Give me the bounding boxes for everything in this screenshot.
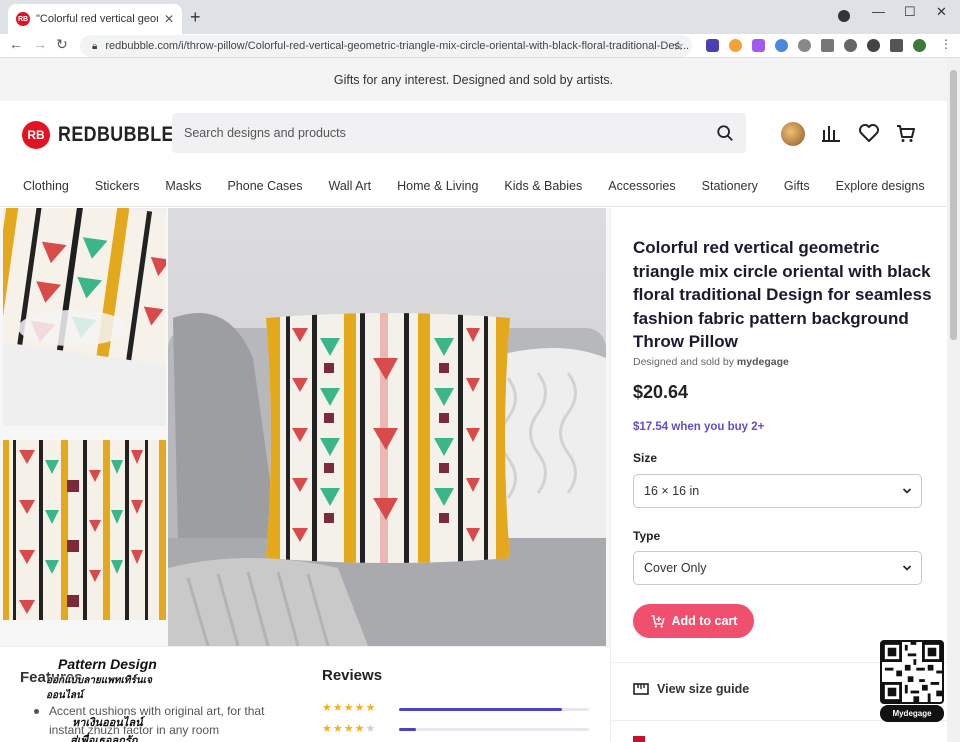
main-product-image[interactable]	[168, 208, 606, 646]
nav-clothing[interactable]: Clothing	[23, 179, 69, 193]
extension-icon[interactable]	[752, 39, 765, 52]
size-guide-link[interactable]: View size guide	[633, 682, 749, 696]
user-avatar[interactable]	[781, 122, 805, 146]
size-label: Size	[633, 451, 658, 465]
seller-link[interactable]: mydegage	[737, 356, 789, 368]
browser-toolbar: ← → ↻ 🔒︎ redbubble.com/i/throw-pillow/Co…	[0, 34, 960, 58]
banner-text: Gifts for any interest. Designed and sol…	[333, 72, 614, 87]
dashboard-icon[interactable]	[820, 122, 842, 144]
extension-icon[interactable]	[706, 39, 719, 52]
nav-explore-designs[interactable]: Explore designs	[836, 179, 925, 193]
extension-icon[interactable]	[775, 39, 788, 52]
type-label: Type	[633, 529, 661, 543]
nav-home-living[interactable]: Home & Living	[397, 179, 478, 193]
nav-kids-babies[interactable]: Kids & Babies	[504, 179, 582, 193]
extensions-puzzle-icon[interactable]	[890, 39, 903, 52]
browser-tab[interactable]: RB "Colorful red vertical geometric tr ✕	[8, 4, 182, 34]
rating-stars-5: ★★★★★	[322, 702, 377, 714]
product-title: Colorful red vertical geometric triangle…	[633, 238, 932, 351]
rating-bar-fill	[399, 728, 417, 731]
cart-icon[interactable]	[895, 122, 917, 144]
bulk-price: $17.54 when you buy 2+	[633, 421, 765, 433]
chevron-down-icon	[902, 565, 912, 571]
promo-banner: Gifts for any interest. Designed and sol…	[0, 58, 947, 101]
page-scrollbar[interactable]	[947, 58, 960, 742]
product-price: $20.64	[633, 382, 689, 402]
nav-phone-cases[interactable]: Phone Cases	[227, 179, 302, 193]
scrollbar-thumb[interactable]	[950, 70, 957, 340]
extension-icon[interactable]	[867, 39, 880, 52]
new-tab-icon[interactable]: +	[190, 8, 201, 26]
lock-icon: 🔒︎	[92, 40, 98, 52]
nav-masks[interactable]: Masks	[165, 179, 201, 193]
extension-icon[interactable]	[798, 39, 811, 52]
qr-label: Mydegage	[880, 705, 944, 722]
nav-stickers[interactable]: Stickers	[95, 179, 139, 193]
reviews-title: Reviews	[322, 667, 383, 684]
extension-icon[interactable]	[844, 39, 857, 52]
redbubble-favicon-icon: RB	[16, 12, 30, 26]
size-value: 16 × 16 in	[644, 484, 700, 498]
address-bar[interactable]: 🔒︎ redbubble.com/i/throw-pillow/Colorful…	[80, 35, 692, 57]
logo-mark-icon: RB	[22, 121, 50, 149]
close-tab-icon[interactable]: ✕	[164, 12, 174, 26]
rating-bar-4	[399, 728, 589, 731]
type-value: Cover Only	[644, 561, 707, 575]
profile-avatar-icon[interactable]	[913, 39, 926, 52]
chevron-down-icon	[902, 488, 912, 494]
bookmark-star-icon[interactable]: ☆	[672, 38, 684, 54]
seller-prefix: Designed and sold by	[633, 356, 734, 368]
watermark-line: สู่เพื่อเธอลูกรัก	[70, 735, 138, 742]
logo-text: REDBUBBLE	[58, 123, 174, 146]
tab-title: "Colorful red vertical geometric tr	[36, 13, 158, 25]
nav-wall-art[interactable]: Wall Art	[329, 179, 372, 193]
nav-accessories[interactable]: Accessories	[608, 179, 675, 193]
heart-icon[interactable]	[858, 122, 880, 144]
thumbnail-pillow-closeup[interactable]	[3, 208, 166, 426]
ruler-icon	[633, 683, 649, 695]
extension-icon[interactable]	[729, 39, 742, 52]
reload-icon[interactable]: ↻	[56, 36, 68, 53]
profile-menu-icon[interactable]	[838, 10, 850, 22]
url-text: redbubble.com/i/throw-pillow/Colorful-re…	[105, 40, 690, 52]
back-icon[interactable]: ←	[9, 36, 23, 52]
product-gallery	[0, 208, 610, 646]
browser-menu-icon[interactable]: ⋮	[940, 37, 952, 51]
rating-stars-4: ★★★★★	[322, 723, 377, 735]
maximize-icon[interactable]: ☐	[904, 4, 916, 20]
close-window-icon[interactable]: ✕	[936, 4, 947, 20]
site-header: RB REDBUBBLE Search designs and products	[0, 101, 947, 165]
add-to-cart-button[interactable]: Add to cart	[633, 604, 754, 638]
qr-code-icon	[880, 640, 944, 704]
browser-tab-bar: RB "Colorful red vertical geometric tr ✕…	[0, 0, 960, 34]
size-guide-label: View size guide	[657, 682, 750, 696]
forward-icon[interactable]: →	[33, 36, 47, 52]
watermark-line: ออกแบบลายแพทเทิร์นเจออนไลน์	[46, 675, 152, 701]
cart-plus-icon	[650, 615, 665, 628]
bullet-icon	[34, 709, 39, 714]
web-page: Gifts for any interest. Designed and sol…	[0, 58, 947, 742]
nav-gifts[interactable]: Gifts	[784, 179, 810, 193]
seller-line: Designed and sold by mydegage	[633, 356, 789, 368]
redbubble-logo[interactable]: RB REDBUBBLE	[22, 121, 194, 149]
watermark-text: Pattern Design ออกแบบลายแพทเทิร์นเจออนไล…	[46, 656, 186, 742]
size-select[interactable]: 16 × 16 in	[633, 474, 922, 508]
category-nav: Clothing Stickers Masks Phone Cases Wall…	[0, 165, 947, 207]
search-placeholder: Search designs and products	[184, 126, 346, 140]
rating-bar-5	[399, 708, 589, 711]
nav-stationery[interactable]: Stationery	[702, 179, 758, 193]
add-to-cart-label: Add to cart	[671, 614, 738, 628]
search-input[interactable]: Search designs and products	[172, 113, 746, 153]
thumbnail-pattern-flat[interactable]	[3, 440, 166, 620]
extension-icon[interactable]	[821, 39, 834, 52]
watermark-line: หาเงินออนไลน์	[72, 717, 143, 729]
search-icon[interactable]	[716, 124, 734, 142]
watermark-line: Pattern Design	[58, 656, 157, 672]
rating-bar-fill	[399, 708, 563, 711]
type-select[interactable]: Cover Only	[633, 551, 922, 585]
minimize-icon[interactable]: —	[872, 4, 885, 19]
delivery-flag-icon	[633, 736, 645, 742]
